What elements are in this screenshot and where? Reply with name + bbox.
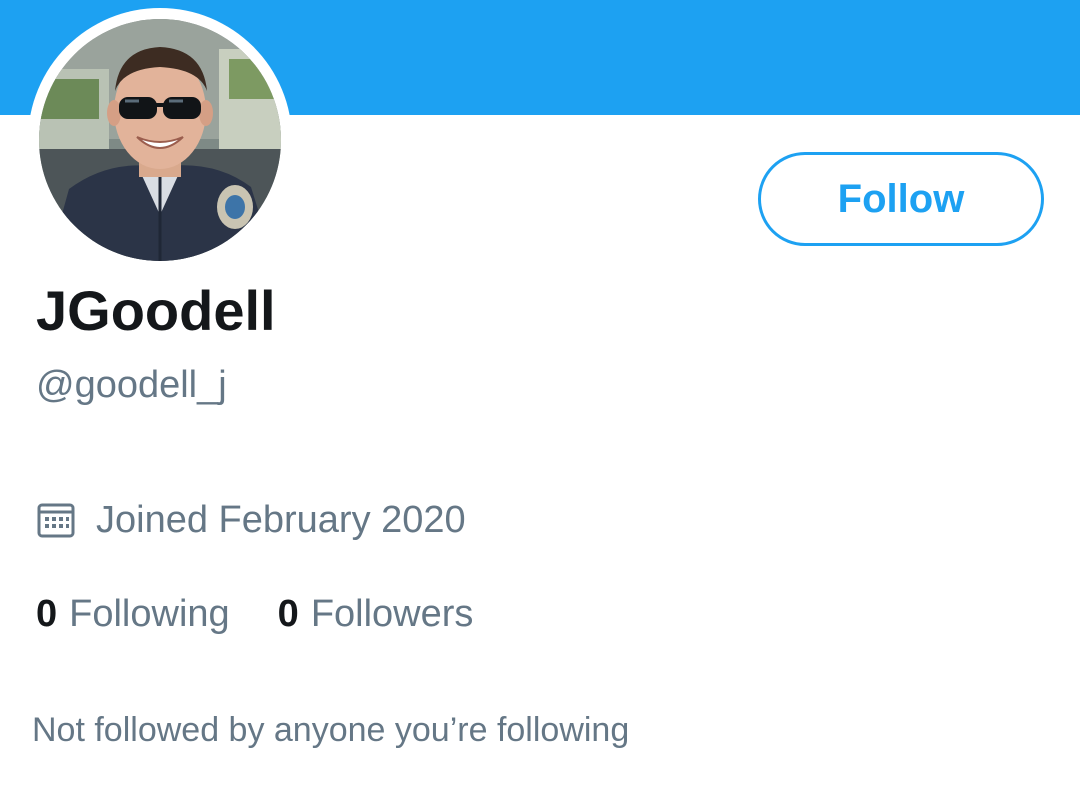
mutual-followers-note: Not followed by anyone you’re following bbox=[32, 711, 630, 749]
followers-stat[interactable]: 0 Followers bbox=[278, 593, 474, 636]
avatar-frame bbox=[28, 8, 292, 272]
avatar[interactable] bbox=[39, 19, 281, 261]
followers-count: 0 bbox=[277, 592, 299, 635]
profile-photo bbox=[39, 19, 281, 261]
follow-stats: 0 Following 0 Followers bbox=[36, 588, 473, 640]
calendar-icon bbox=[36, 498, 80, 542]
user-handle: @goodell_j bbox=[36, 364, 227, 406]
following-count: 0 bbox=[36, 592, 58, 635]
joined-date: Joined February 2020 bbox=[36, 494, 466, 546]
followers-label: Followers bbox=[310, 592, 474, 635]
display-name: JGoodell bbox=[36, 279, 276, 342]
joined-date-text: Joined February 2020 bbox=[96, 498, 466, 541]
following-stat[interactable]: 0 Following bbox=[36, 593, 230, 636]
following-label: Following bbox=[69, 592, 230, 635]
follow-button[interactable]: Follow bbox=[758, 152, 1044, 246]
